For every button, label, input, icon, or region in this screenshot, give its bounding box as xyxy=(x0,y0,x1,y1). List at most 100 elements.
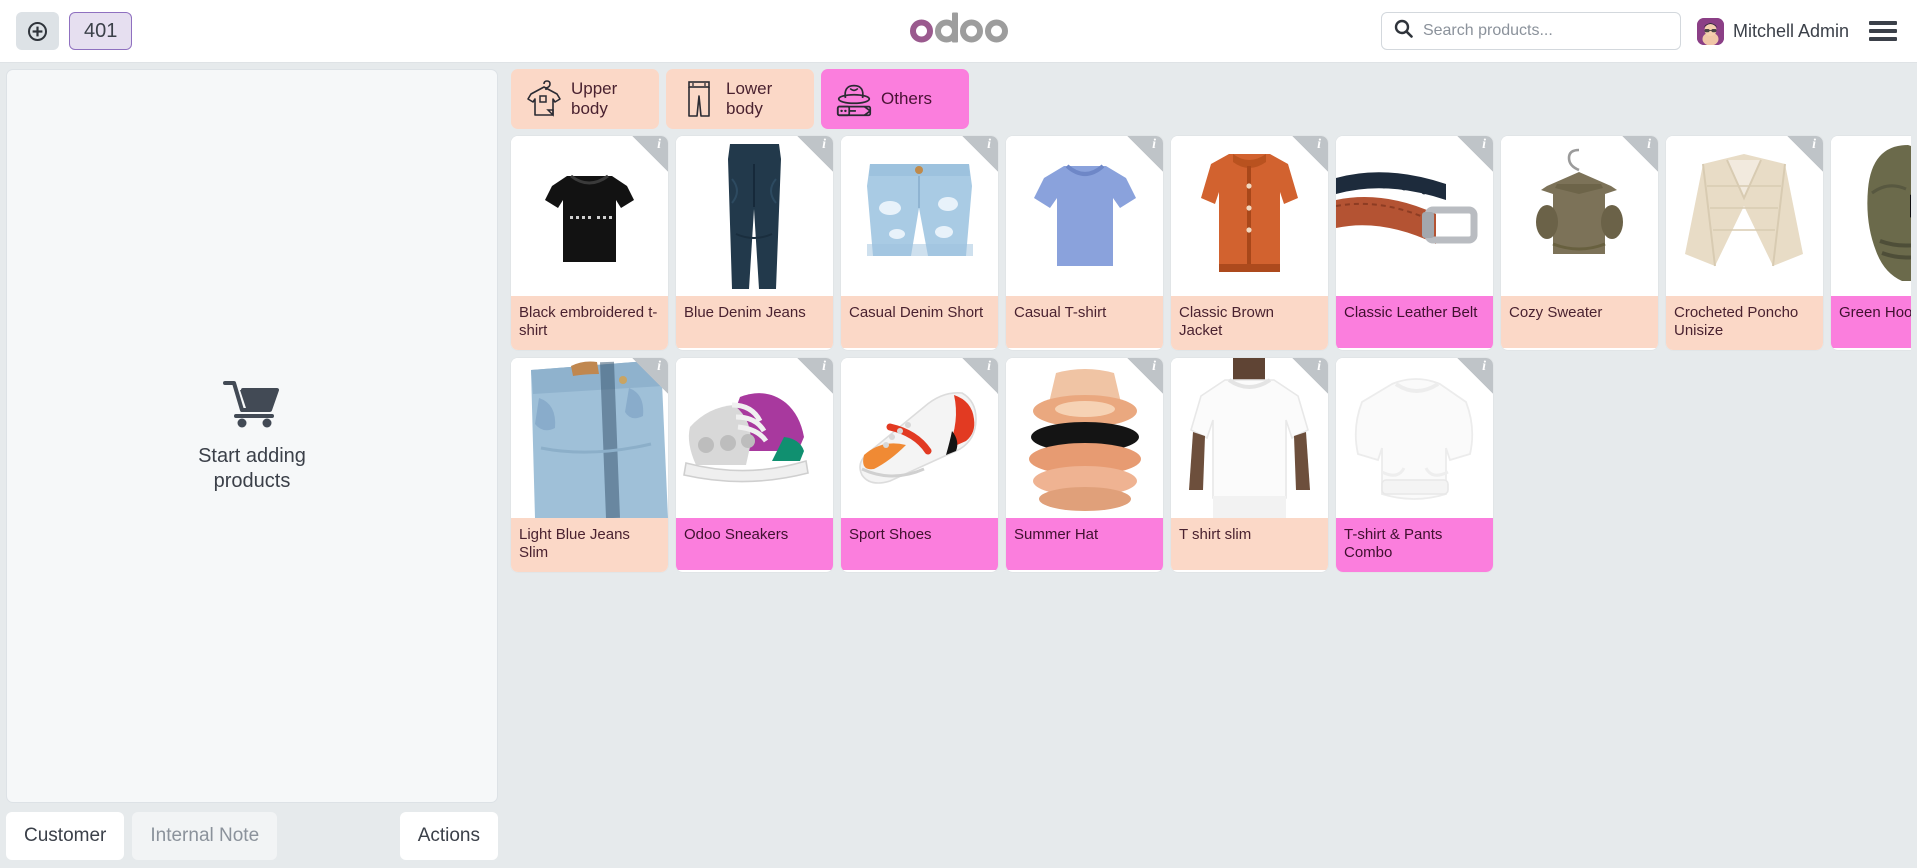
product-thumbnail xyxy=(1336,136,1493,296)
empty-cart-state: Start adding products xyxy=(177,379,327,494)
product-thumbnail xyxy=(841,358,998,518)
product-info-icon[interactable] xyxy=(1457,136,1493,172)
internal-note-button[interactable]: Internal Note xyxy=(132,812,278,860)
product-info-icon[interactable] xyxy=(797,358,833,394)
product-name: Classic Brown Jacket xyxy=(1171,296,1328,350)
product-name: Casual Denim Short xyxy=(841,296,998,348)
order-number-chip[interactable]: 401 xyxy=(69,12,133,50)
tshirt-hanger-icon xyxy=(523,79,565,119)
shopping-cart-icon xyxy=(177,379,327,434)
logo-letter-o-3 xyxy=(984,19,1008,43)
product-card[interactable]: Odoo Sneakers xyxy=(676,358,833,572)
product-info-icon[interactable] xyxy=(962,136,998,172)
product-name: Cozy Sweater xyxy=(1501,296,1658,348)
customer-button[interactable]: Customer xyxy=(6,812,125,860)
category-others[interactable]: Others xyxy=(821,69,969,129)
product-name: Odoo Sneakers xyxy=(676,518,833,570)
order-action-bar: Customer Internal Note Actions xyxy=(6,810,498,862)
product-card[interactable]: Summer Hat xyxy=(1006,358,1163,572)
product-card[interactable]: T shirt slim xyxy=(1171,358,1328,572)
plus-circle-icon xyxy=(28,21,47,41)
product-name: T-shirt & Pants Combo xyxy=(1336,518,1493,572)
category-label: Lower body xyxy=(726,79,773,118)
pants-icon xyxy=(678,79,720,119)
product-info-icon[interactable] xyxy=(1127,358,1163,394)
search-icon xyxy=(1394,19,1413,43)
product-card[interactable]: Crocheted Poncho Unisize xyxy=(1666,136,1823,350)
sport-shoes-image xyxy=(850,383,990,493)
product-card[interactable]: Casual T-shirt xyxy=(1006,136,1163,350)
product-name: Light Blue Jeans Slim xyxy=(511,518,668,572)
search-products-box[interactable] xyxy=(1380,12,1681,50)
product-thumbnail xyxy=(511,358,668,518)
leather-belt-image xyxy=(1336,156,1493,276)
hat-belt-icon xyxy=(833,79,875,119)
product-info-icon[interactable] xyxy=(1292,136,1328,172)
search-input[interactable] xyxy=(1422,22,1668,40)
product-info-icon[interactable] xyxy=(962,358,998,394)
product-thumbnail xyxy=(1006,358,1163,518)
product-thumbnail xyxy=(1831,136,1911,296)
product-info-icon[interactable] xyxy=(1457,358,1493,394)
product-thumbnail xyxy=(1336,358,1493,518)
product-thumbnail xyxy=(1006,136,1163,296)
navbar-left-group: 401 xyxy=(16,12,133,50)
product-card[interactable]: T-shirt & Pants Combo xyxy=(1336,358,1493,572)
user-name-label: Mitchell Admin xyxy=(1732,20,1849,41)
product-thumbnail xyxy=(1666,136,1823,296)
category-label: Others xyxy=(881,89,933,109)
product-name: Crocheted Poncho Unisize xyxy=(1666,296,1823,350)
product-info-icon[interactable] xyxy=(1622,136,1658,172)
product-grid: Black embroidered t-shirt Blue D xyxy=(506,136,1911,572)
product-info-icon[interactable] xyxy=(797,136,833,172)
product-name: Sport Shoes xyxy=(841,518,998,570)
new-order-button[interactable] xyxy=(16,12,59,50)
denim-short-image xyxy=(852,156,987,276)
green-hood-image xyxy=(1850,141,1911,291)
product-name: T shirt slim xyxy=(1171,518,1328,570)
order-number-label: 401 xyxy=(84,19,118,42)
product-card[interactable]: Casual Denim Short xyxy=(841,136,998,350)
product-name: Summer Hat xyxy=(1006,518,1163,570)
product-name: Casual T-shirt xyxy=(1006,296,1163,348)
category-upper-body[interactable]: Upper body xyxy=(511,69,659,129)
category-label: Upper body xyxy=(571,79,618,118)
product-card[interactable]: Sport Shoes xyxy=(841,358,998,572)
hamburger-menu-icon[interactable] xyxy=(1865,17,1901,45)
category-lower-body[interactable]: Lower body xyxy=(666,69,814,129)
product-thumbnail xyxy=(1171,136,1328,296)
product-info-icon[interactable] xyxy=(1292,358,1328,394)
product-card[interactable]: Black embroidered t-shirt xyxy=(511,136,668,350)
odoo-sneakers-image xyxy=(680,383,830,493)
product-card[interactable]: Light Blue Jeans Slim xyxy=(511,358,668,572)
product-card[interactable]: Classic Leather Belt xyxy=(1336,136,1493,350)
product-thumbnail xyxy=(1171,358,1328,518)
odoo-logo xyxy=(909,12,1008,43)
product-name: Black embroidered t-shirt xyxy=(511,296,668,350)
black-tshirt-image xyxy=(527,154,652,279)
product-info-icon[interactable] xyxy=(632,136,668,172)
avatar xyxy=(1696,17,1724,45)
product-thumbnail xyxy=(1501,136,1658,296)
product-info-icon[interactable] xyxy=(632,358,668,394)
logo-letter-d xyxy=(934,12,958,43)
products-area: Upper body Lower body Others i Black emb… xyxy=(506,69,1911,862)
product-thumbnail xyxy=(841,136,998,296)
blue-tshirt-image xyxy=(1020,154,1150,279)
product-info-icon[interactable] xyxy=(1127,136,1163,172)
product-card[interactable]: Classic Brown Jacket xyxy=(1171,136,1328,350)
product-info-icon[interactable] xyxy=(1787,136,1823,172)
product-name: Blue Denim Jeans xyxy=(676,296,833,348)
product-card[interactable]: Green Hood xyxy=(1831,136,1911,350)
actions-button[interactable]: Actions xyxy=(399,812,498,860)
product-card[interactable]: Blue Denim Jeans xyxy=(676,136,833,350)
product-thumbnail xyxy=(511,136,668,296)
main-content: Start adding products Customer Internal … xyxy=(0,63,1917,868)
empty-cart-text: Start adding products xyxy=(198,444,306,492)
navbar-right-group: Mitchell Admin xyxy=(1380,12,1901,50)
product-name: Classic Leather Belt xyxy=(1336,296,1493,348)
logo-letter-o-1 xyxy=(909,19,933,43)
category-bar: Upper body Lower body Others xyxy=(506,69,1911,129)
user-menu[interactable]: Mitchell Admin xyxy=(1696,17,1849,45)
product-card[interactable]: Cozy Sweater xyxy=(1501,136,1658,350)
